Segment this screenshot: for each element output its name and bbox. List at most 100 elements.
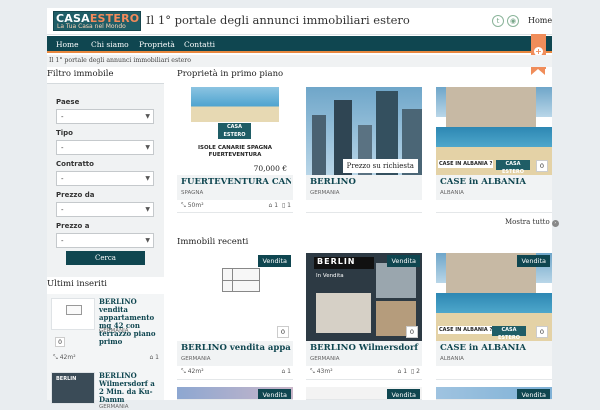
card-country: SPAGNA <box>181 190 204 196</box>
status-badge: Vendita <box>258 255 291 267</box>
image-sublabel: In Vendita <box>316 273 344 279</box>
card-country: ALBANIA <box>440 356 464 362</box>
overlay-logo: CASA ESTERO <box>492 326 526 341</box>
list-item[interactable]: BERLINO vendita appartamento mq 42 con t… <box>51 298 161 362</box>
chevron-down-icon: ▼ <box>145 175 150 182</box>
card-image[interactable]: CASE IN ALBANIA ? CASA ESTERO 0 <box>436 87 552 175</box>
status-badge: Vendita <box>517 255 550 267</box>
card-title[interactable]: FUERTEVENTURA CANARIE <box>181 177 291 187</box>
bed-icon: ⌂ <box>149 354 154 361</box>
logo-subtitle: La Tua Casa nel Mondo <box>57 23 126 30</box>
tipo-select[interactable]: - ▼ <box>56 140 154 155</box>
overlay-text: CASE IN ALBANIA ? <box>438 326 494 334</box>
listing-count-badge: 0 <box>536 326 548 338</box>
bed-icon: ⌂ <box>268 202 273 209</box>
nav-chi-siamo[interactable]: Chi siamo <box>91 40 129 49</box>
listing-count-badge: 0 <box>277 326 289 338</box>
filter-label-tipo: Tipo <box>56 129 73 137</box>
card-country: GERMANIA <box>181 356 211 362</box>
arrow-right-icon: › <box>551 220 559 227</box>
site-header: CASAESTERO La Tua Casa nel Mondo Il 1° p… <box>47 8 552 35</box>
header-home-link[interactable]: Home <box>528 16 552 25</box>
card-title[interactable]: BERLINO vendita appartamento <box>181 343 291 353</box>
listing-title[interactable]: BERLINO vendita appartamento mq 42 con t… <box>99 298 161 346</box>
area-icon: ⤡ <box>181 202 186 209</box>
card-title[interactable]: BERLINO <box>310 177 420 187</box>
nav-proprieta[interactable]: Proprietà <box>139 40 175 49</box>
chevron-down-icon: ▼ <box>145 237 150 244</box>
listing-count-badge: 0 <box>536 160 548 172</box>
site-tagline: Il 1° portale degli annunci immobiliari … <box>146 13 410 27</box>
brochure-line: FUERTEVENTURA <box>208 152 262 158</box>
filter-label-contratto: Contratto <box>56 160 94 168</box>
card-country: ALBANIA <box>440 190 464 196</box>
nav-home[interactable]: Home <box>56 40 79 49</box>
card-image[interactable]: CASA ESTERO ISOLE CANARIE SPAGNA FUERTEV… <box>177 87 293 175</box>
bath-icon: ▯ <box>410 368 415 375</box>
area-icon: ⤡ <box>53 354 58 361</box>
price-on-request-button[interactable]: Prezzo su richiesta <box>342 159 418 173</box>
card-image[interactable]: Vendita 0 <box>177 253 293 341</box>
status-badge: Vendita <box>517 389 550 399</box>
filter-label-prezzo-a: Prezzo a <box>56 222 90 230</box>
area-icon: ⤡ <box>181 368 186 375</box>
featured-title: Proprietà in primo piano <box>177 69 284 79</box>
listing-title[interactable]: BERLINO Wilmersdorf a 2 Min. da Ku-Damm <box>99 372 161 404</box>
main-nav: Home Chi siamo Proprietà Contatti <box>47 36 552 53</box>
card-image[interactable]: Prezzo su richiesta <box>306 87 422 175</box>
recent-card[interactable]: Vendita <box>306 387 422 400</box>
card-title[interactable]: CASE in ALBANIA <box>440 343 550 353</box>
filter-label-prezzo-da: Prezzo da <box>56 191 95 199</box>
brochure-line: ISOLE CANARIE SPAGNA <box>197 145 273 151</box>
featured-card[interactable]: Prezzo su richiesta BERLINO GERMANIA <box>306 87 422 213</box>
page-wrapper: CASAESTERO La Tua Casa nel Mondo Il 1° p… <box>47 8 559 410</box>
search-button[interactable]: Cerca <box>66 251 145 265</box>
card-image[interactable]: BERLIN In Vendita Vendita 0 <box>306 253 422 341</box>
image-label: BERLIN <box>314 257 374 269</box>
list-item[interactable]: BERLIN BERLINO Wilmersdorf a 2 Min. da K… <box>51 372 161 410</box>
paese-select[interactable]: - ▼ <box>56 109 154 124</box>
chevron-down-icon: ▼ <box>145 113 150 120</box>
overlay-logo: CASA ESTERO <box>496 160 530 175</box>
site-logo[interactable]: CASAESTERO La Tua Casa nel Mondo <box>53 11 141 31</box>
card-title[interactable]: BERLINO Wilmersdorf a 2 Min. <box>310 343 420 353</box>
contratto-select[interactable]: - ▼ <box>56 171 154 186</box>
chevron-down-icon: ▼ <box>145 206 150 213</box>
prezzo-a-select[interactable]: - ▼ <box>56 233 154 248</box>
brochure-logo: CASA ESTERO <box>218 123 251 139</box>
listing-thumbnail[interactable] <box>51 298 95 330</box>
breadcrumb: Il 1° portale degli annunci immobiliari … <box>47 55 552 67</box>
bath-icon: ▯ <box>281 202 286 209</box>
status-badge: Vendita <box>258 389 291 399</box>
recent-card[interactable]: CASE IN ALBANIA ? CASA ESTERO Vendita 0 … <box>436 253 552 380</box>
nav-contatti[interactable]: Contatti <box>184 40 215 49</box>
listing-meta: ⤡ 42m² ⌂ 1 <box>53 354 159 361</box>
show-all-link[interactable]: Mostra tutto › <box>505 218 559 227</box>
listing-thumbnail[interactable]: BERLIN <box>51 372 95 404</box>
listing-count-badge: 0 <box>406 326 418 338</box>
recent-card[interactable]: Vendita 0 BERLINO vendita appartamento G… <box>177 253 293 380</box>
card-country: GERMANIA <box>310 356 340 362</box>
latest-list: BERLINO vendita appartamento mq 42 con t… <box>47 294 164 410</box>
ultimi-title: Ultimi inseriti <box>47 279 107 289</box>
card-image[interactable]: CASE IN ALBANIA ? CASA ESTERO Vendita 0 <box>436 253 552 341</box>
listing-count-badge: 0 <box>55 337 65 347</box>
card-country: GERMANIA <box>310 190 340 196</box>
recent-title: Immobili recenti <box>177 237 249 247</box>
filter-label-paese: Paese <box>56 98 80 106</box>
status-badge: Vendita <box>387 389 420 399</box>
filter-form: Paese - ▼ Tipo - ▼ Contratto - ▼ Prezzo da … <box>47 83 164 277</box>
featured-card[interactable]: CASA ESTERO ISOLE CANARIE SPAGNA FUERTEV… <box>177 87 293 213</box>
rss-icon[interactable]: ◉ <box>507 15 519 27</box>
recent-card[interactable]: Vendita <box>436 387 552 400</box>
bed-icon: ⌂ <box>397 368 402 375</box>
bed-icon: ⌂ <box>281 368 286 375</box>
prezzo-da-select[interactable]: - ▼ <box>56 202 154 217</box>
listing-country: GERMANIA <box>99 404 129 410</box>
card-title[interactable]: CASE in ALBANIA <box>440 177 550 187</box>
featured-card[interactable]: CASE IN ALBANIA ? CASA ESTERO 0 CASE in … <box>436 87 552 213</box>
recent-card[interactable]: BERLIN In Vendita Vendita 0 BERLINO Wilm… <box>306 253 422 380</box>
twitter-icon[interactable]: t <box>492 15 504 27</box>
area-icon: ⤡ <box>310 368 315 375</box>
recent-card[interactable]: Vendita <box>177 387 293 400</box>
